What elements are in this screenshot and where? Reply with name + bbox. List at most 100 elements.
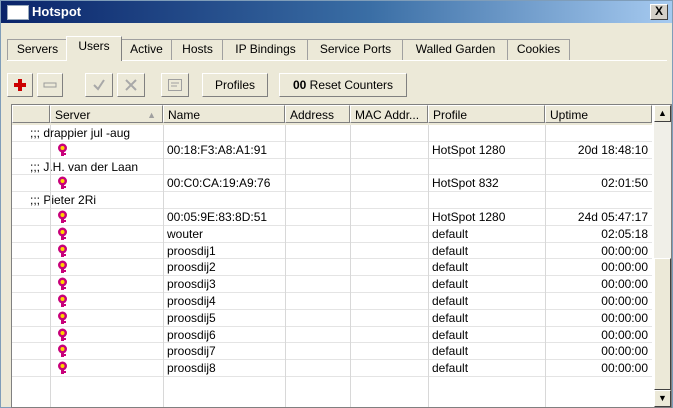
column-header-mac-address[interactable]: MAC Addr... xyxy=(350,105,428,123)
column-header-uptime[interactable]: Uptime xyxy=(545,105,652,123)
table-row[interactable]: proosdij8 default 00:00:00 xyxy=(12,360,652,376)
cell-address xyxy=(285,259,350,275)
window-icon xyxy=(7,5,29,20)
cell-address xyxy=(285,343,350,359)
cell-address xyxy=(285,209,350,225)
tab-service-ports[interactable]: Service Ports xyxy=(307,39,404,60)
cell-address xyxy=(285,310,350,326)
table-row[interactable]: wouter default 02:05:18 xyxy=(12,226,652,242)
table-row[interactable]: 00:C0:CA:19:A9:76 HotSpot 832 02:01:50 xyxy=(12,175,652,191)
cell-server xyxy=(50,343,163,359)
cell-name: proosdij5 xyxy=(167,310,216,325)
vertical-scrollbar[interactable]: ▲ ▼ xyxy=(654,105,671,407)
title-bar[interactable]: Hotspot X xyxy=(1,1,672,23)
table-row[interactable]: 00:05:9E:83:8D:51 HotSpot 1280 24d 05:47:1… xyxy=(12,209,652,225)
table-row[interactable]: proosdij2 default 00:00:00 xyxy=(12,259,652,275)
row-divider xyxy=(12,376,652,377)
table-row[interactable]: proosdij6 default 00:00:00 xyxy=(12,327,652,343)
cell-mac-address xyxy=(350,360,428,376)
scroll-up-button[interactable]: ▲ xyxy=(654,105,671,122)
tab-walled-garden[interactable]: Walled Garden xyxy=(402,39,509,60)
cell-uptime: 00:00:00 xyxy=(601,344,648,359)
cell-uptime: 20d 18:48:10 xyxy=(577,142,648,157)
tab-users[interactable]: Users xyxy=(66,36,122,61)
remove-button[interactable] xyxy=(37,73,63,97)
plus-icon xyxy=(14,79,26,91)
cell-profile: default xyxy=(432,344,469,359)
cell-uptime: 00:00:00 xyxy=(601,243,648,258)
column-divider xyxy=(50,125,51,407)
cell-address xyxy=(285,293,350,309)
minus-icon xyxy=(43,82,57,88)
comment-icon xyxy=(168,79,182,91)
cell-server xyxy=(50,276,163,292)
hotspot-window: Hotspot X Servers Users Active Hosts IP … xyxy=(0,0,673,408)
column-header-server[interactable]: Server ▲ xyxy=(50,105,163,123)
column-divider xyxy=(545,125,546,407)
cell-address xyxy=(285,360,350,376)
table-row[interactable]: proosdij7 default 00:00:00 xyxy=(12,343,652,359)
comment-row[interactable]: ;;; drappier jul -aug xyxy=(12,125,652,141)
reset-counters-button[interactable]: 00 Reset Counters xyxy=(279,73,407,97)
cell-mac-address xyxy=(350,243,428,259)
cell-profile: HotSpot 1280 xyxy=(432,210,506,224)
table-row[interactable]: proosdij4 default 00:00:00 xyxy=(12,293,652,309)
table-header: Server ▲ Name Address MAC Addr... Profil… xyxy=(12,105,652,125)
column-header-address[interactable]: Address xyxy=(285,105,350,123)
reset-counters-icon: 00 xyxy=(292,78,307,92)
cell-mac-address xyxy=(350,293,428,309)
column-divider xyxy=(285,125,286,407)
comment-button[interactable] xyxy=(161,73,189,97)
scroll-down-button[interactable]: ▼ xyxy=(654,390,671,407)
add-button[interactable] xyxy=(7,73,33,97)
disable-button[interactable] xyxy=(117,73,145,97)
cell-profile: default xyxy=(432,327,469,342)
column-header-server-label: Server xyxy=(55,108,91,122)
tab-ip-bindings[interactable]: IP Bindings xyxy=(222,39,309,60)
check-icon xyxy=(93,79,105,91)
cell-profile: HotSpot 1280 xyxy=(432,142,506,157)
comment-row[interactable]: ;;; J.H. van der Laan xyxy=(12,159,652,175)
close-button[interactable]: X xyxy=(650,4,668,20)
cell-profile: default xyxy=(432,294,469,308)
cell-profile: default xyxy=(432,310,469,325)
table-row[interactable]: proosdij5 default 00:00:00 xyxy=(12,310,652,326)
tab-servers[interactable]: Servers xyxy=(7,39,68,60)
cell-uptime: 00:00:00 xyxy=(601,277,648,292)
cell-mac-address xyxy=(350,343,428,359)
column-header-profile[interactable]: Profile xyxy=(428,105,545,123)
cell-name: proosdij6 xyxy=(167,327,216,342)
tab-hosts[interactable]: Hosts xyxy=(171,39,224,60)
table-row[interactable]: proosdij3 default 00:00:00 xyxy=(12,276,652,292)
cell-mac-address xyxy=(350,310,428,326)
cell-server xyxy=(50,209,163,225)
enable-button[interactable] xyxy=(85,73,113,97)
cell-address xyxy=(285,142,350,158)
cell-name: 00:05:9E:83:8D:51 xyxy=(167,210,268,224)
x-icon xyxy=(125,79,137,91)
cell-uptime: 02:01:50 xyxy=(601,176,648,191)
table-row[interactable]: proosdij1 default 00:00:00 xyxy=(12,243,652,259)
cell-server xyxy=(50,293,163,309)
cell-uptime: 00:00:00 xyxy=(601,327,648,342)
cell-name: wouter xyxy=(167,226,204,241)
tab-cookies[interactable]: Cookies xyxy=(507,39,570,60)
column-header-blank[interactable] xyxy=(12,105,50,123)
profiles-button[interactable]: Profiles xyxy=(202,73,268,97)
cell-name: proosdij7 xyxy=(167,344,216,359)
tab-active[interactable]: Active xyxy=(120,39,173,60)
cell-address xyxy=(285,243,350,259)
cell-mac-address xyxy=(350,276,428,292)
cell-name: 00:C0:CA:19:A9:76 xyxy=(167,176,271,191)
cell-server xyxy=(50,226,163,242)
cell-mac-address xyxy=(350,175,428,191)
cell-profile: default xyxy=(432,243,469,258)
column-header-name[interactable]: Name xyxy=(163,105,285,123)
comment-row[interactable]: ;;; Pieter 2Ri xyxy=(12,192,652,208)
table-row[interactable]: 00:18:F3:A8:A1:91 HotSpot 1280 20d 18:48:1… xyxy=(12,142,652,158)
column-divider xyxy=(163,125,164,407)
cell-mac-address xyxy=(350,142,428,158)
scrollbar-thumb[interactable] xyxy=(654,258,671,390)
cell-uptime: 00:00:00 xyxy=(601,294,648,308)
cell-server xyxy=(50,310,163,326)
